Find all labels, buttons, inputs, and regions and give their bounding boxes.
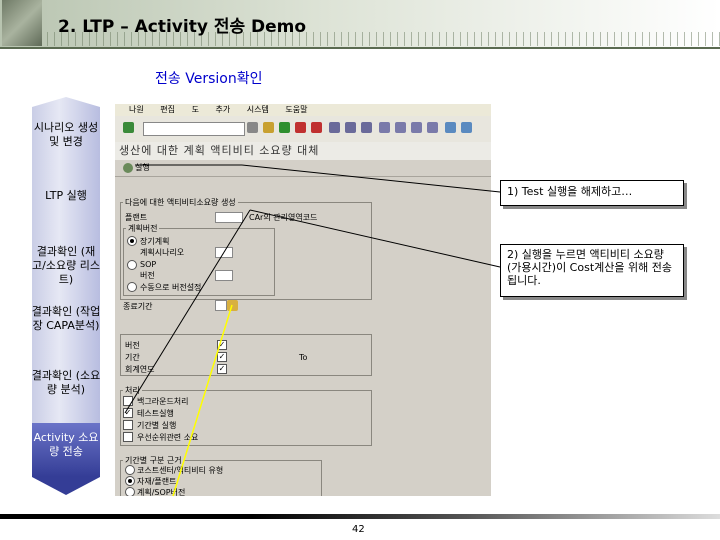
footer-bar [0,514,720,519]
callout-step-2: 2) 실행을 누르면 액티비티 소요량(가용시간)이 Cost계산을 위해 전송… [500,244,684,297]
page-number: 42 [352,524,365,535]
callout-step-1: 1) Test 실행을 해제하고… [500,180,684,206]
